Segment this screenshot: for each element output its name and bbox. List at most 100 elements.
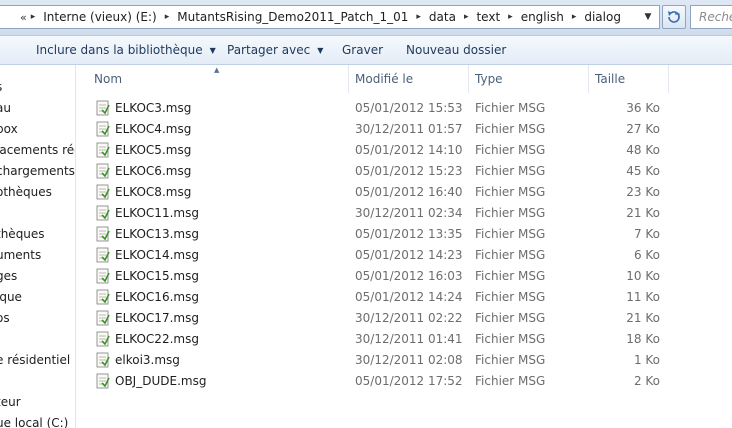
breadcrumb-separator-icon[interactable]: ▸ [460, 12, 473, 22]
file-row[interactable]: ELKOC5.msg 05/01/2012 14:10 Fichier MSG 48 … [77, 140, 732, 161]
file-type: Fichier MSG [475, 206, 546, 220]
file-row[interactable]: elkoi3.msg 30/12/2011 02:08 Fichier MSG 1 K… [77, 350, 732, 371]
nav-item[interactable]: s [0, 80, 2, 98]
breadcrumb-item[interactable]: dialog [580, 10, 625, 24]
command-bar: Inclure dans la bibliothèque ▼ Partager … [0, 36, 732, 65]
file-size: 21 Ko [626, 311, 660, 325]
burn-button[interactable]: Graver [342, 43, 383, 57]
refresh-icon [668, 11, 680, 23]
breadcrumb-item[interactable]: Interne (vieux) (E:) [39, 10, 160, 24]
msg-file-icon [96, 247, 110, 263]
file-row[interactable]: ELKOC8.msg 05/01/2012 16:40 Fichier MSG 23 … [77, 182, 732, 203]
msg-file-icon [96, 226, 110, 242]
breadcrumb-item[interactable]: english [517, 10, 568, 24]
search-input[interactable]: Reche [690, 5, 732, 29]
nav-item[interactable]: uments [0, 248, 41, 266]
file-modified: 30/12/2011 01:57 [355, 122, 463, 136]
file-name: ELKOC11.msg [115, 206, 199, 220]
file-size: 36 Ko [626, 101, 660, 115]
file-row[interactable]: ELKOC15.msg 05/01/2012 16:03 Fichier MSG 10… [77, 266, 732, 287]
breadcrumb-item[interactable]: text [472, 10, 504, 24]
file-row[interactable]: ELKOC22.msg 30/12/2011 01:41 Fichier MSG 18… [77, 329, 732, 350]
column-header-size[interactable]: Taille [589, 65, 669, 93]
column-header-name[interactable]: Nom ▲ [77, 65, 349, 93]
file-type: Fichier MSG [475, 353, 546, 367]
nav-item[interactable]: ique [0, 290, 22, 308]
file-row[interactable]: ELKOC17.msg 30/12/2011 02:22 Fichier MSG 21… [77, 308, 732, 329]
file-row[interactable]: OBJ_DUDE.msg 05/01/2012 17:52 Fichier MSG 2… [77, 371, 732, 392]
nav-item[interactable]: ges [0, 269, 17, 287]
breadcrumb-separator-icon[interactable]: ▸ [412, 12, 425, 22]
address-bar-region: « ▸ Interne (vieux) (E:) ▸ MutantsRising_De… [0, 0, 732, 36]
share-with-button[interactable]: Partager avec ▼ [227, 43, 323, 57]
file-type: Fichier MSG [475, 101, 546, 115]
file-name: ELKOC6.msg [115, 164, 192, 178]
file-modified: 30/12/2011 02:22 [355, 311, 463, 325]
file-name: ELKOC16.msg [115, 290, 199, 304]
nav-item[interactable]: lacements réc [0, 143, 75, 161]
file-row[interactable]: ELKOC4.msg 30/12/2011 01:57 Fichier MSG 27 … [77, 119, 732, 140]
file-row[interactable]: ELKOC13.msg 05/01/2012 13:35 Fichier MSG 7 … [77, 224, 732, 245]
file-name: ELKOC8.msg [115, 185, 192, 199]
new-folder-button[interactable]: Nouveau dossier [406, 43, 506, 57]
overflow-chevron-icon[interactable]: « [20, 11, 27, 24]
msg-file-icon [96, 100, 110, 116]
file-name: OBJ_DUDE.msg [115, 374, 207, 388]
include-in-library-button[interactable]: Inclure dans la bibliothèque ▼ [36, 43, 216, 57]
breadcrumb-item[interactable]: data [425, 10, 460, 24]
dropdown-arrow-icon: ▼ [209, 45, 216, 55]
msg-file-icon [96, 289, 110, 305]
nav-item[interactable]: teur [0, 395, 21, 413]
file-modified: 30/12/2011 02:08 [355, 353, 463, 367]
file-modified: 05/01/2012 16:03 [355, 269, 463, 283]
file-row[interactable]: ELKOC16.msg 05/01/2012 14:24 Fichier MSG 11… [77, 287, 732, 308]
file-modified: 05/01/2012 17:52 [355, 374, 463, 388]
file-row[interactable]: ELKOC3.msg 05/01/2012 15:53 Fichier MSG 36 … [77, 98, 732, 119]
nav-item[interactable]: e résidentiel [0, 353, 70, 371]
breadcrumb-separator-icon[interactable]: ▸ [27, 12, 40, 22]
sort-ascending-icon: ▲ [214, 66, 220, 74]
nav-item[interactable]: ue local (C:) [0, 416, 68, 428]
column-header-modified[interactable]: Modifié le [349, 65, 469, 93]
file-modified: 05/01/2012 14:24 [355, 290, 463, 304]
breadcrumb-separator-icon[interactable]: ▸ [568, 12, 581, 22]
msg-file-icon [96, 142, 110, 158]
file-modified: 05/01/2012 16:40 [355, 185, 463, 199]
file-name: elkoi3.msg [115, 353, 180, 367]
navigation-pane: s au box lacements réc chargements othèques th… [0, 65, 76, 428]
file-row[interactable]: ELKOC11.msg 30/12/2011 02:34 Fichier MSG 21… [77, 203, 732, 224]
breadcrumb-separator-icon[interactable]: ▸ [504, 12, 517, 22]
nav-item[interactable]: thèques [0, 227, 45, 245]
nav-item[interactable]: chargements [0, 164, 75, 182]
file-size: 27 Ko [626, 122, 660, 136]
nav-item[interactable]: othèques [0, 185, 52, 203]
msg-file-icon [96, 352, 110, 368]
file-size: 1 Ko [633, 353, 660, 367]
file-size: 6 Ko [633, 248, 660, 262]
nav-item[interactable]: box [0, 122, 18, 140]
file-type: Fichier MSG [475, 143, 546, 157]
file-size: 18 Ko [626, 332, 660, 346]
address-dropdown-icon[interactable]: ▼ [641, 10, 655, 24]
breadcrumb-item[interactable]: MutantsRising_Demo2011_Patch_1_01 [173, 10, 412, 24]
file-type: Fichier MSG [475, 227, 546, 241]
address-bar[interactable]: « ▸ Interne (vieux) (E:) ▸ MutantsRising_De… [0, 5, 660, 29]
msg-file-icon [96, 121, 110, 137]
file-name: ELKOC5.msg [115, 143, 192, 157]
column-header-type[interactable]: Type [469, 65, 589, 93]
file-type: Fichier MSG [475, 122, 546, 136]
nav-item[interactable]: au [0, 101, 11, 119]
new-folder-label: Nouveau dossier [406, 43, 507, 57]
file-row[interactable]: ELKOC6.msg 05/01/2012 15:23 Fichier MSG 45 … [77, 161, 732, 182]
refresh-button[interactable] [662, 5, 686, 29]
file-type: Fichier MSG [475, 311, 546, 325]
include-in-library-label: Inclure dans la bibliothèque [36, 43, 203, 57]
file-name: ELKOC22.msg [115, 332, 199, 346]
column-name-label: Nom [94, 72, 123, 86]
breadcrumb-separator-icon[interactable]: ▸ [161, 12, 174, 22]
file-size: 10 Ko [626, 269, 660, 283]
nav-item[interactable]: os [0, 311, 10, 329]
file-row[interactable]: ELKOC14.msg 05/01/2012 14:23 Fichier MSG 6 … [77, 245, 732, 266]
file-type: Fichier MSG [475, 332, 546, 346]
msg-file-icon [96, 310, 110, 326]
